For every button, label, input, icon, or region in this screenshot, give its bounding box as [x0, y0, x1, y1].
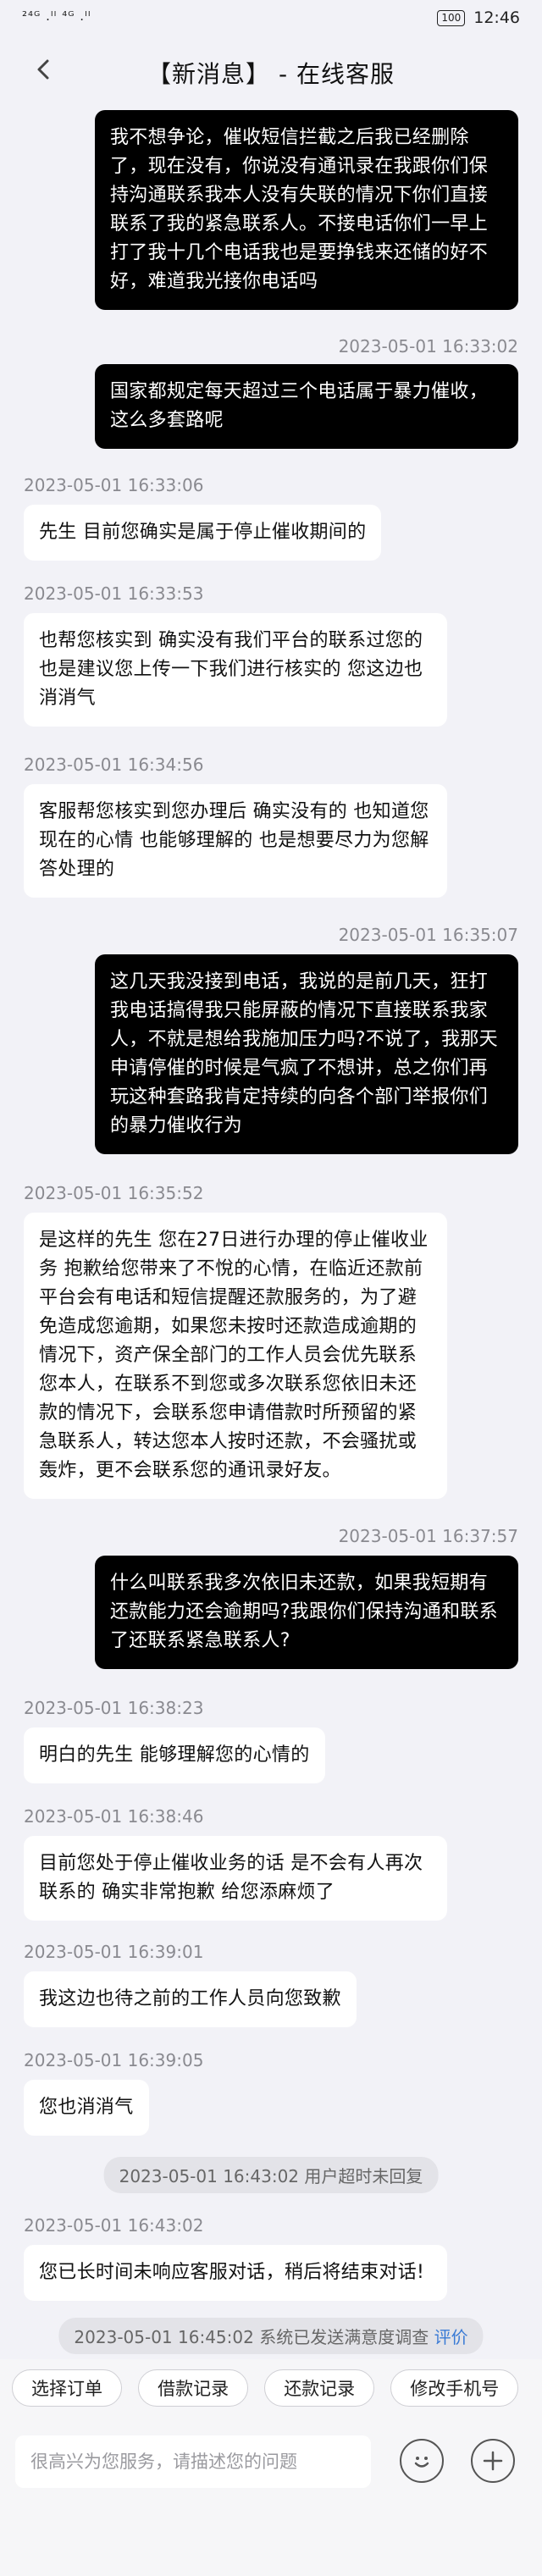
user-message: 国家都规定每天超过三个电话属于暴力催收，这么多套路呢 — [95, 364, 518, 449]
message-input[interactable] — [15, 2435, 371, 2488]
message-timestamp: 2023-05-01 16:38:23 — [24, 1698, 204, 1718]
message-timestamp: 2023-05-01 16:35:07 — [338, 925, 518, 945]
clock: 12:46 — [473, 8, 520, 27]
page-title: 【新消息】 - 在线客服 — [147, 60, 395, 88]
emoji-button[interactable] — [400, 2439, 444, 2483]
quick-action-repayment-records[interactable]: 还款记录 — [264, 2369, 375, 2407]
message-timestamp: 2023-05-01 16:33:53 — [24, 583, 204, 604]
plus-icon — [483, 2451, 503, 2471]
system-notice: 2023-05-01 16:45:02 系统已发送满意度调查 评价 — [58, 2318, 484, 2354]
message-timestamp: 2023-05-01 16:39:05 — [24, 2050, 204, 2070]
chat-header: 【新消息】 - 在线客服 — [0, 39, 542, 103]
user-message: 这几天我没接到电话，我说的是前几天，狂打我电话搞得我只能屏蔽的情况下直接联系我家… — [95, 954, 518, 1154]
message-timestamp: 2023-05-01 16:39:01 — [24, 1942, 204, 1962]
message-timestamp: 2023-05-01 16:33:06 — [24, 475, 204, 495]
system-notice: 2023-05-01 16:43:02 用户超时未回复 — [103, 2157, 439, 2193]
message-timestamp: 2023-05-01 16:43:02 — [24, 2215, 204, 2236]
status-right: 100 12:46 — [437, 8, 520, 27]
agent-message: 您也消消气 — [24, 2080, 149, 2136]
system-notice-text: 2023-05-01 16:45:02 系统已发送满意度调查 — [74, 2327, 429, 2347]
user-message: 什么叫联系我多次依旧未还款，如果我短期有还款能力还会逾期吗?我跟你们保持沟通和联… — [95, 1556, 518, 1669]
user-message: 我不想争论，催收短信拦截之后我已经删除了，现在没有，你说没有通讯录在我跟你们保持… — [95, 110, 518, 310]
quick-action-loan-records[interactable]: 借款记录 — [138, 2369, 249, 2407]
quick-actions-bar: 选择订单 借款记录 还款记录 修改手机号 — [0, 2359, 542, 2412]
quick-action-change-phone[interactable]: 修改手机号 — [390, 2369, 519, 2407]
agent-message: 客服帮您核实到您办理后 确实没有的 也知道您现在的心情 也能够理解的 也是想要尽… — [24, 784, 447, 898]
message-timestamp: 2023-05-01 16:37:57 — [338, 1526, 518, 1546]
quick-action-select-order[interactable]: 选择订单 — [12, 2369, 122, 2407]
message-timestamp: 2023-05-01 16:38:46 — [24, 1806, 204, 1827]
message-timestamp: 2023-05-01 16:33:02 — [338, 336, 518, 357]
agent-message: 明白的先生 能够理解您的心情的 — [24, 1727, 325, 1783]
message-timestamp: 2023-05-01 16:35:52 — [24, 1183, 204, 1203]
add-button[interactable] — [471, 2439, 515, 2483]
battery-icon: 100 — [437, 9, 466, 26]
agent-message: 先生 目前您确实是属于停止催收期间的 — [24, 505, 382, 561]
message-timestamp: 2023-05-01 16:34:56 — [24, 755, 204, 775]
agent-message: 是这样的先生 您在27日进行办理的停止催收业务 抱歉给您带来了不悅的心情，在临近… — [24, 1213, 447, 1499]
composer — [0, 2412, 542, 2576]
signal-indicator: ²⁴ᴳ .ᴵᴵ ⁴ᴳ .ᴵᴵ — [22, 8, 91, 24]
rate-link[interactable]: 评价 — [434, 2327, 468, 2347]
smiley-icon — [414, 2457, 429, 2468]
status-bar: ²⁴ᴳ .ᴵᴵ ⁴ᴳ .ᴵᴵ 100 12:46 — [0, 0, 542, 39]
agent-message: 也帮您核实到 确实没有我们平台的联系过您的 也是建议您上传一下我们进行核实的 您… — [24, 613, 447, 727]
agent-message: 目前您处于停止催收业务的话 是不会有人再次联系的 确实非常抱歉 给您添麻烦了 — [24, 1836, 447, 1921]
agent-message: 我这边也待之前的工作人员向您致歉 — [24, 1971, 357, 2027]
agent-message: 您已长时间未响应客服对话，稍后将结束对话! — [24, 2245, 447, 2301]
